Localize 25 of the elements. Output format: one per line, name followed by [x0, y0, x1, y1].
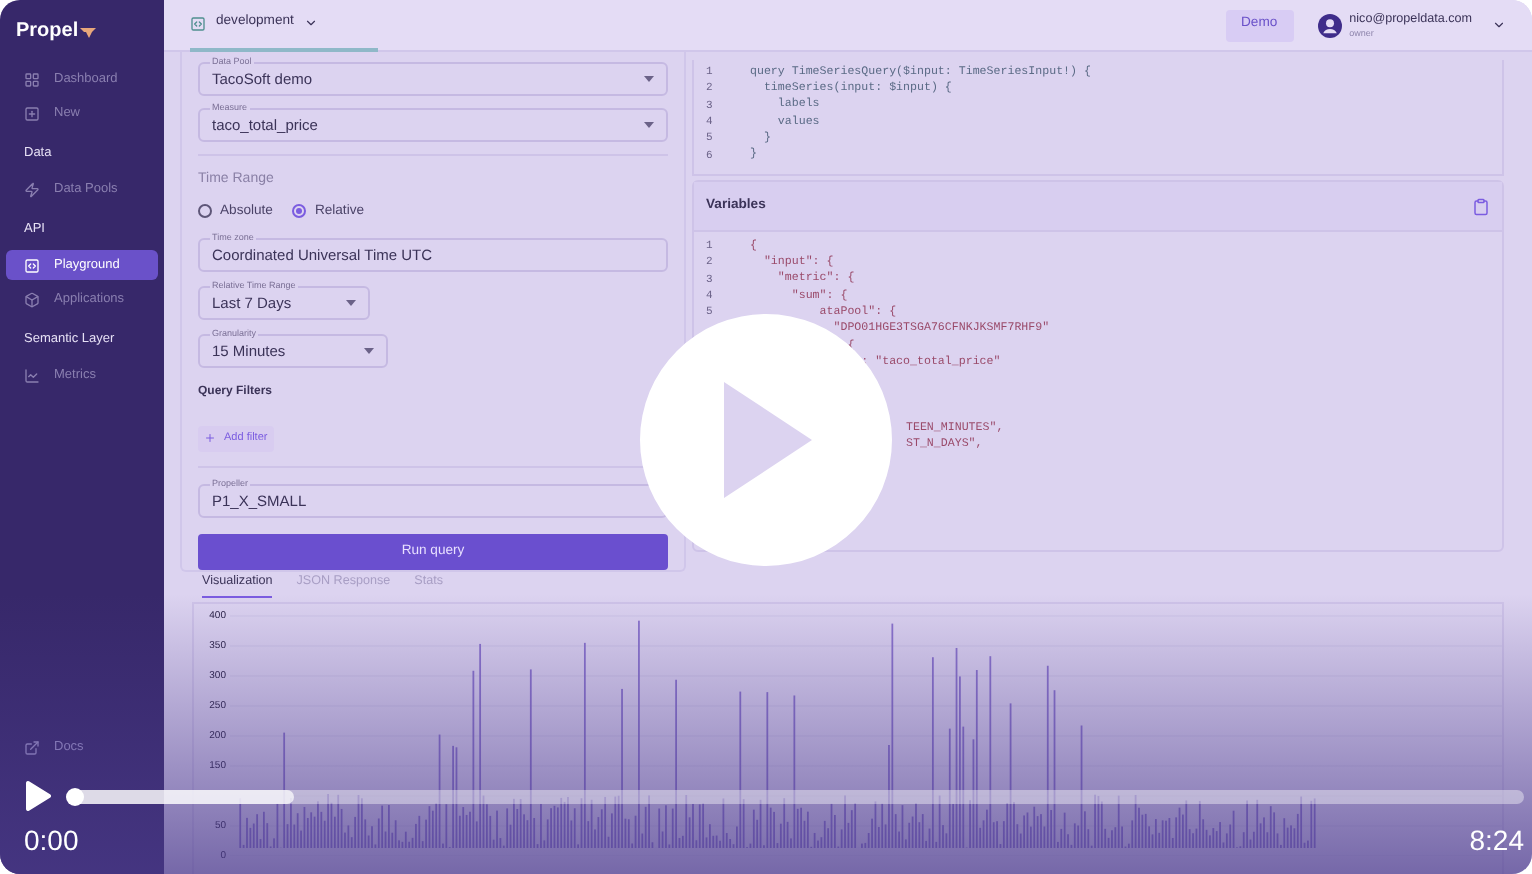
progress-track[interactable] — [68, 789, 1524, 803]
chart-icon — [24, 367, 40, 383]
caret-icon — [644, 122, 654, 128]
caret-icon — [364, 347, 374, 354]
external-link-icon — [24, 739, 40, 755]
chevron-down-icon[interactable] — [1492, 18, 1506, 32]
cube-icon — [24, 291, 40, 307]
plus-icon — [204, 432, 216, 445]
play-icon[interactable] — [24, 780, 52, 812]
avatar-icon — [1317, 13, 1342, 37]
caret-icon — [346, 299, 356, 306]
code-square-icon — [190, 15, 206, 31]
current-time: 0:00 — [24, 822, 79, 860]
caret-icon — [644, 76, 654, 82]
code-square-icon — [24, 257, 40, 273]
logo: Propel — [16, 18, 79, 46]
radio-button[interactable] — [292, 204, 307, 219]
bolt-icon — [24, 181, 40, 197]
radio-button[interactable] — [198, 204, 212, 219]
duration: 8:24 — [1469, 822, 1524, 860]
logo-icon — [80, 25, 97, 37]
grid-icon — [24, 71, 40, 87]
chevron-down-icon — [303, 16, 318, 30]
plus-square-icon — [24, 105, 40, 121]
clipboard-icon[interactable] — [1472, 197, 1490, 215]
